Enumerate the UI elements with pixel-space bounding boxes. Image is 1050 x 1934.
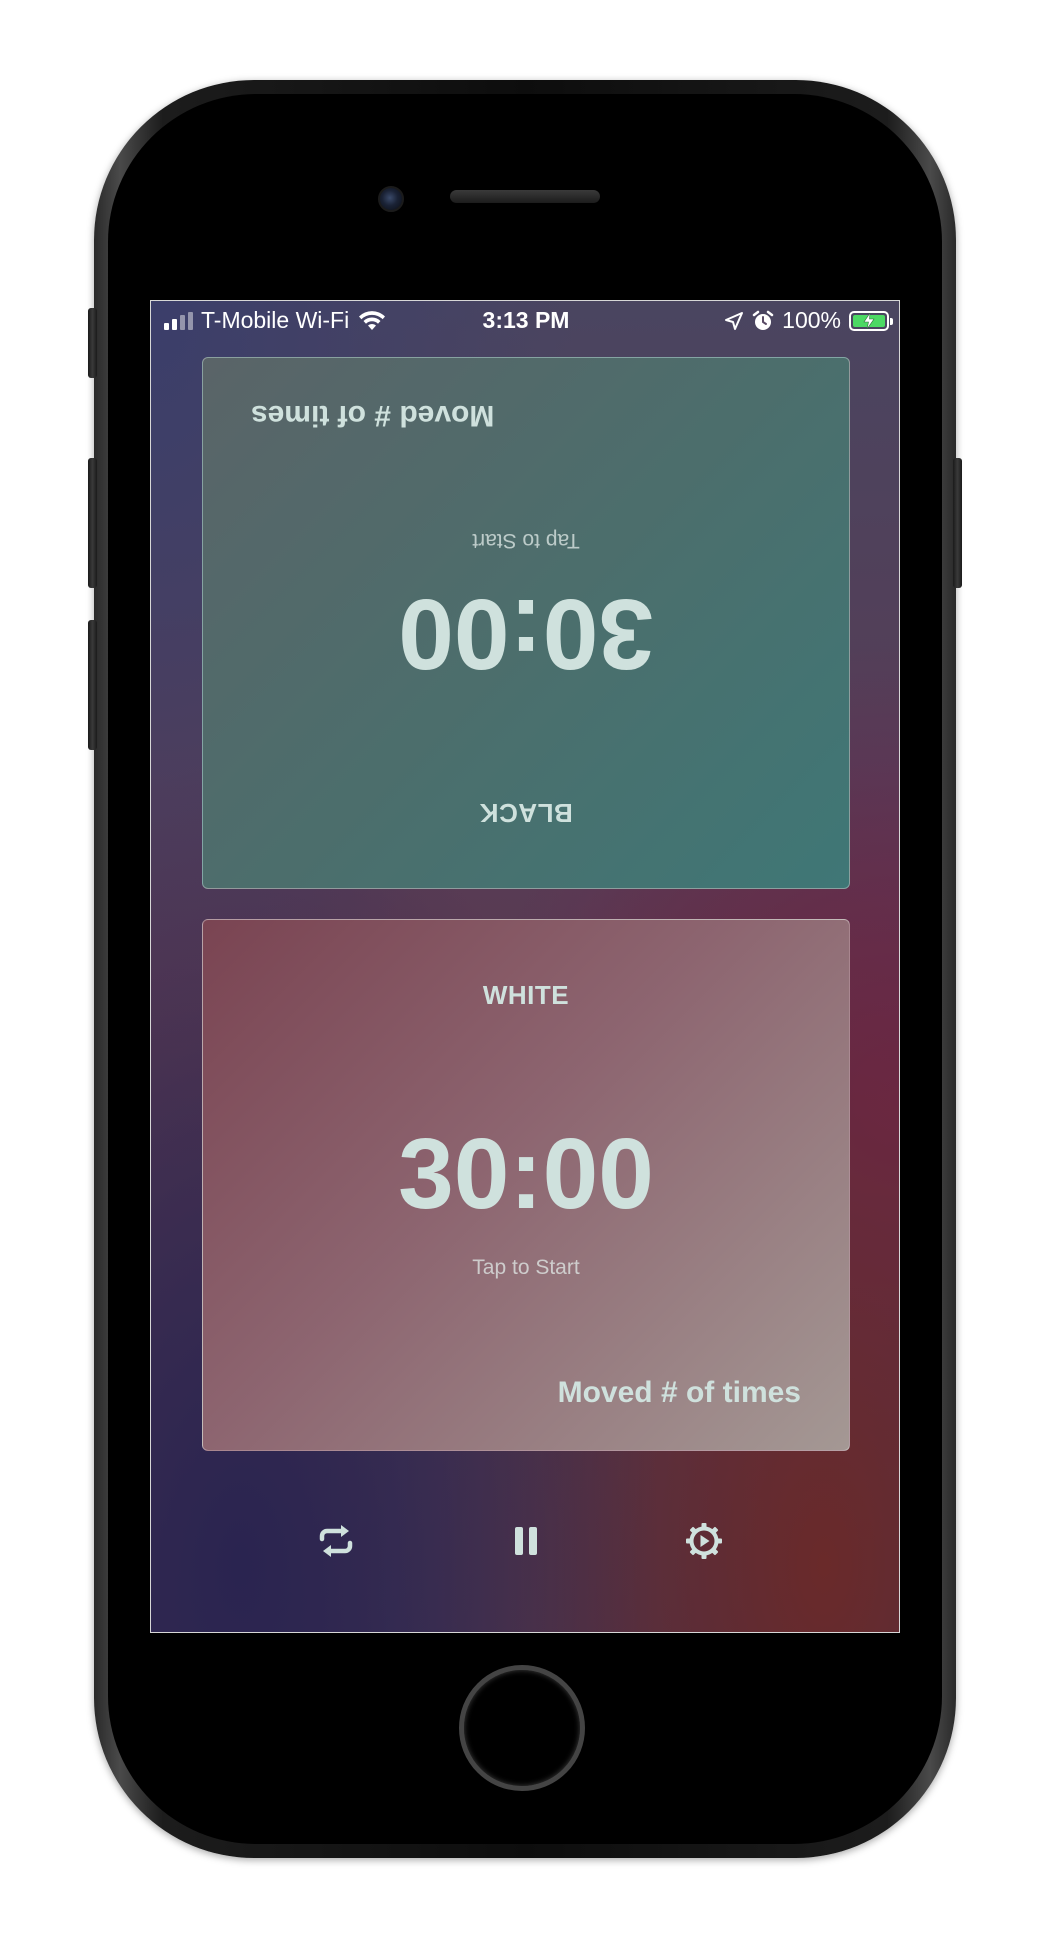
white-player-tap-hint: Tap to Start <box>472 1256 580 1279</box>
white-player-content: WHITE 30:00 Tap to Start Moved # of time… <box>203 920 849 1450</box>
black-player-label: BLACK <box>479 798 573 828</box>
power-button <box>953 458 962 588</box>
earpiece-speaker <box>450 190 600 203</box>
settings-button[interactable] <box>674 1511 734 1571</box>
status-right: 100% <box>724 307 893 334</box>
mute-switch <box>88 308 97 378</box>
white-player-clock[interactable]: WHITE 30:00 Tap to Start Moved # of time… <box>202 919 850 1451</box>
home-button[interactable] <box>459 1665 585 1791</box>
black-player-content: BLACK 30:00 Tap to Start Moved # of time… <box>203 358 849 888</box>
page: T-Mobile Wi-Fi 3:13 PM 100% BLACK 30:00 … <box>0 0 1050 1934</box>
status-bar: T-Mobile Wi-Fi 3:13 PM 100% <box>151 301 899 341</box>
volume-up-button <box>88 458 97 588</box>
white-player-label: WHITE <box>482 980 570 1010</box>
white-player-moves-count: Moved # of times <box>557 1376 801 1409</box>
pause-icon <box>515 1527 537 1555</box>
restart-button[interactable] <box>306 1511 366 1571</box>
repeat-icon <box>319 1525 353 1557</box>
black-player-clock[interactable]: BLACK 30:00 Tap to Start Moved # of time… <box>202 357 850 889</box>
front-camera <box>378 186 404 212</box>
battery-percent: 100% <box>782 307 841 333</box>
control-toolbar <box>151 1511 899 1581</box>
black-player-tap-hint: Tap to Start <box>472 529 580 552</box>
alarm-icon <box>752 310 774 332</box>
location-arrow-icon <box>724 311 744 331</box>
black-player-timer: 30:00 <box>398 578 654 690</box>
black-player-moves-count: Moved # of times <box>251 399 495 432</box>
app-screen: T-Mobile Wi-Fi 3:13 PM 100% BLACK 30:00 … <box>150 300 900 1633</box>
settings-gear-icon <box>686 1523 722 1559</box>
battery-charging-icon <box>849 310 893 331</box>
white-player-timer: 30:00 <box>398 1118 654 1230</box>
volume-down-button <box>88 620 97 750</box>
pause-button[interactable] <box>496 1511 556 1571</box>
